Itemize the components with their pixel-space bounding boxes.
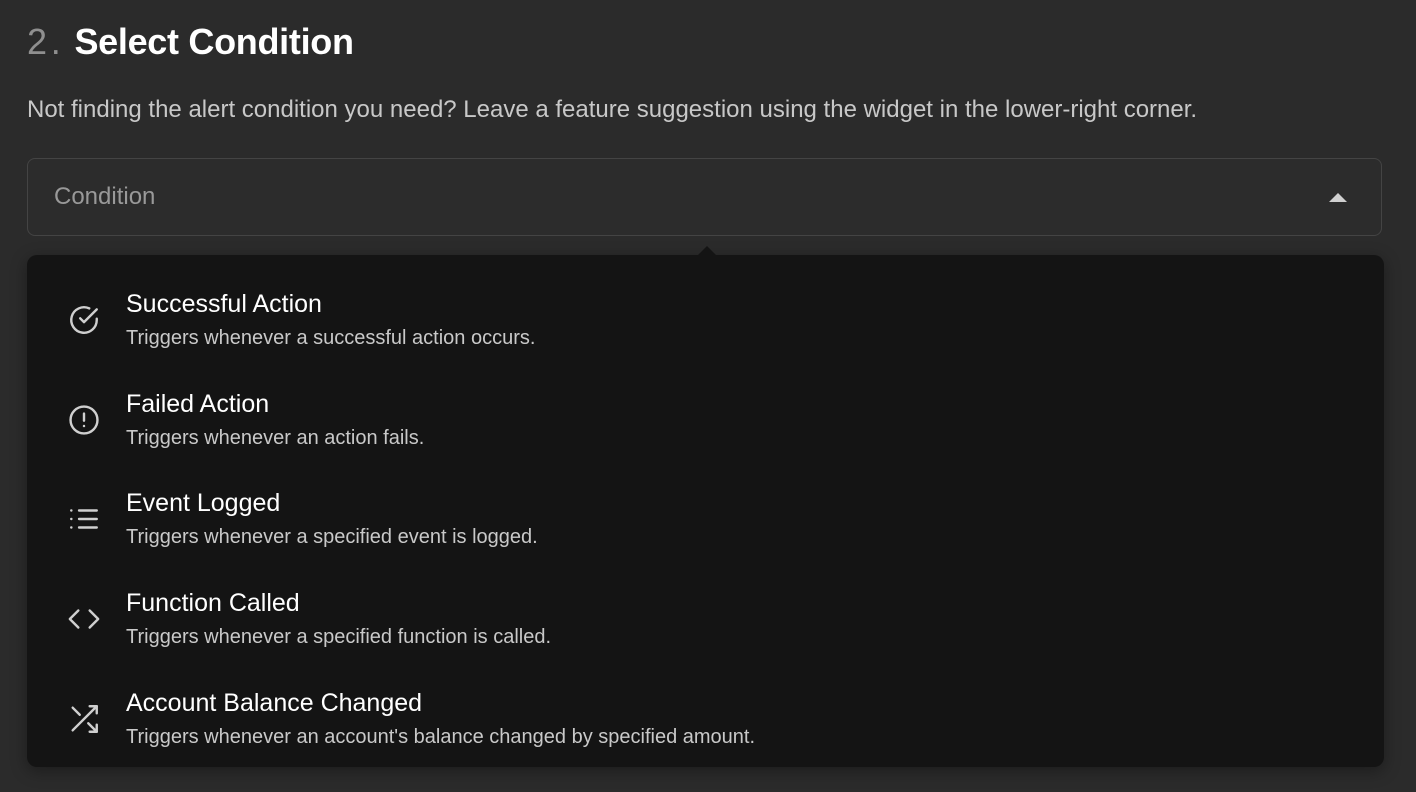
section-subtitle: Not finding the alert condition you need… xyxy=(27,96,1198,123)
option-title: Account Balance Changed xyxy=(126,689,423,717)
option-description: Triggers whenever an account's balance c… xyxy=(126,726,756,748)
code-icon xyxy=(67,602,101,636)
option-title: Event Logged xyxy=(126,489,281,517)
condition-select[interactable]: Condition xyxy=(27,158,1382,236)
step-separator: . xyxy=(50,21,61,62)
section-heading: 2 . Select Condition xyxy=(27,20,354,64)
option-description: Triggers whenever a specified function i… xyxy=(126,626,552,648)
check-circle-icon xyxy=(67,303,101,337)
condition-placeholder: Condition xyxy=(54,183,156,210)
condition-option-event-logged[interactable]: Event Logged Triggers whenever a specifi… xyxy=(27,454,1384,554)
step-number: 2 xyxy=(27,21,47,62)
option-title: Function Called xyxy=(126,589,300,617)
condition-dropdown-menu: Successful Action Triggers whenever a su… xyxy=(27,246,1384,767)
condition-option-failed-action[interactable]: Failed Action Triggers whenever an actio… xyxy=(27,355,1384,455)
option-description: Triggers whenever a specified event is l… xyxy=(126,526,538,548)
option-title: Failed Action xyxy=(126,390,270,418)
condition-option-successful-action[interactable]: Successful Action Triggers whenever a su… xyxy=(27,255,1384,355)
alert-circle-icon xyxy=(67,403,101,437)
shuffle-icon xyxy=(67,702,101,736)
list-icon xyxy=(67,502,101,536)
option-title: Successful Action xyxy=(126,290,322,318)
option-description: Triggers whenever a successful action oc… xyxy=(126,327,536,349)
condition-option-function-called[interactable]: Function Called Triggers whenever a spec… xyxy=(27,554,1384,654)
caret-up-icon xyxy=(1329,192,1347,202)
page-title: Select Condition xyxy=(74,21,354,62)
dropdown-pointer xyxy=(698,246,716,255)
condition-option-account-balance-changed[interactable]: Account Balance Changed Triggers wheneve… xyxy=(27,654,1384,754)
option-description: Triggers whenever an action fails. xyxy=(126,427,425,449)
